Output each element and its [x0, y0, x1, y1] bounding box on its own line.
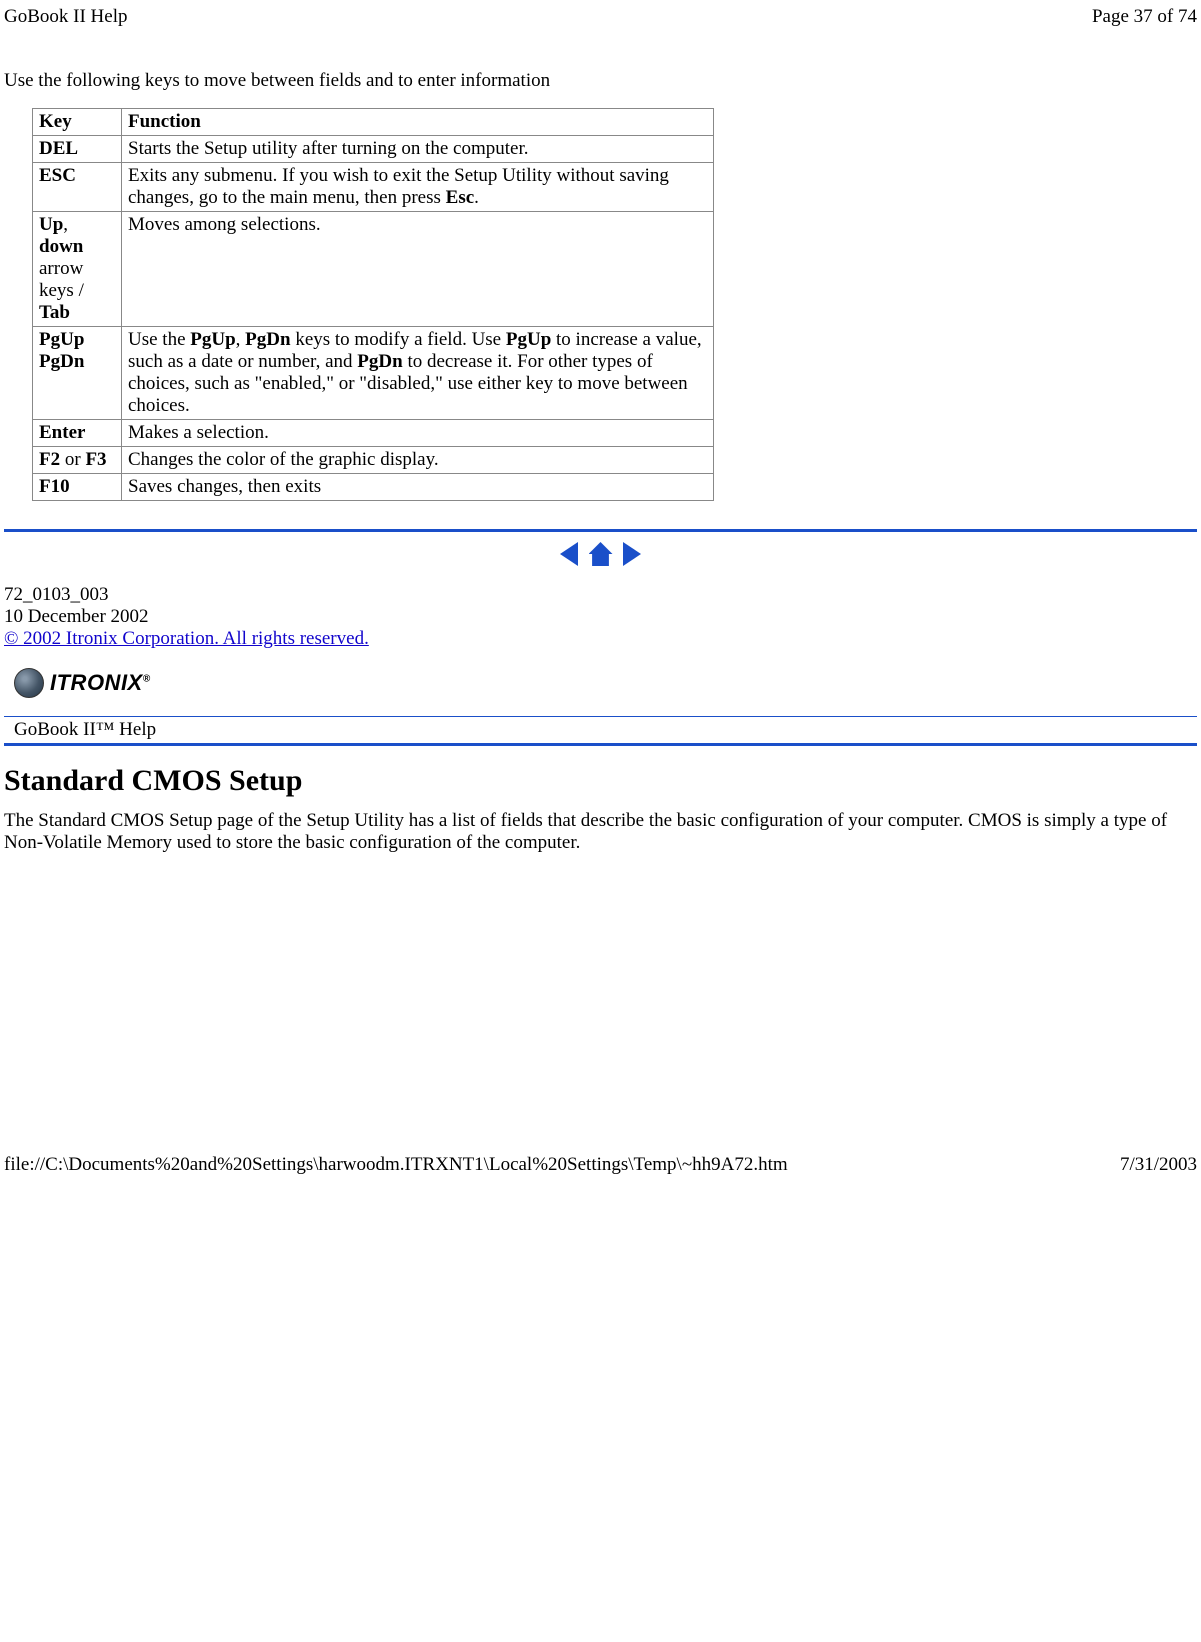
globe-icon	[14, 668, 44, 698]
copyright-link[interactable]: © 2002 Itronix Corporation. All rights r…	[4, 628, 369, 649]
function-cell: Use the PgUp, PgDn keys to modify a fiel…	[122, 327, 714, 420]
brand-name: ITRONIX®	[50, 670, 151, 696]
table-row: ESCExits any submenu. If you wish to exi…	[33, 163, 714, 212]
function-cell: Starts the Setup utility after turning o…	[122, 136, 714, 163]
th-function: Function	[122, 109, 714, 136]
doc-id: 72_0103_003	[4, 584, 1197, 606]
table-row: PgUp PgDnUse the PgUp, PgDn keys to modi…	[33, 327, 714, 420]
function-cell: Moves among selections.	[122, 212, 714, 327]
intro-text: Use the following keys to move between f…	[4, 70, 1197, 92]
key-cell: Up, down arrow keys / Tab	[33, 212, 122, 327]
key-cell: DEL	[33, 136, 122, 163]
page-header-right: Page 37 of 74	[1092, 6, 1197, 28]
nav-row	[4, 542, 1197, 566]
doc-date: 10 December 2002	[4, 606, 1197, 628]
home-icon[interactable]	[589, 542, 613, 566]
table-row: EnterMakes a selection.	[33, 420, 714, 447]
section-body: The Standard CMOS Setup page of the Setu…	[4, 810, 1197, 854]
function-cell: Saves changes, then exits	[122, 474, 714, 501]
section-heading: Standard CMOS Setup	[4, 764, 1197, 798]
function-cell: Exits any submenu. If you wish to exit t…	[122, 163, 714, 212]
key-cell: F10	[33, 474, 122, 501]
prev-icon[interactable]	[560, 542, 578, 566]
page-header-left: GoBook II Help	[4, 6, 127, 28]
key-cell: ESC	[33, 163, 122, 212]
th-key: Key	[33, 109, 122, 136]
footer-left: file://C:\Documents%20and%20Settings\har…	[4, 1154, 788, 1176]
table-row: Up, down arrow keys / TabMoves among sel…	[33, 212, 714, 327]
footer-right: 7/31/2003	[1120, 1154, 1197, 1176]
table-row: DELStarts the Setup utility after turnin…	[33, 136, 714, 163]
key-cell: Enter	[33, 420, 122, 447]
key-cell: F2 or F3	[33, 447, 122, 474]
help-title: GoBook II™ Help	[14, 719, 156, 740]
brand-logo: ITRONIX®	[14, 668, 151, 698]
function-cell: Changes the color of the graphic display…	[122, 447, 714, 474]
function-cell: Makes a selection.	[122, 420, 714, 447]
keys-table: Key Function DELStarts the Setup utility…	[32, 108, 714, 501]
table-row: F10Saves changes, then exits	[33, 474, 714, 501]
key-cell: PgUp PgDn	[33, 327, 122, 420]
divider	[4, 529, 1197, 532]
next-icon[interactable]	[623, 542, 641, 566]
table-row: F2 or F3Changes the color of the graphic…	[33, 447, 714, 474]
